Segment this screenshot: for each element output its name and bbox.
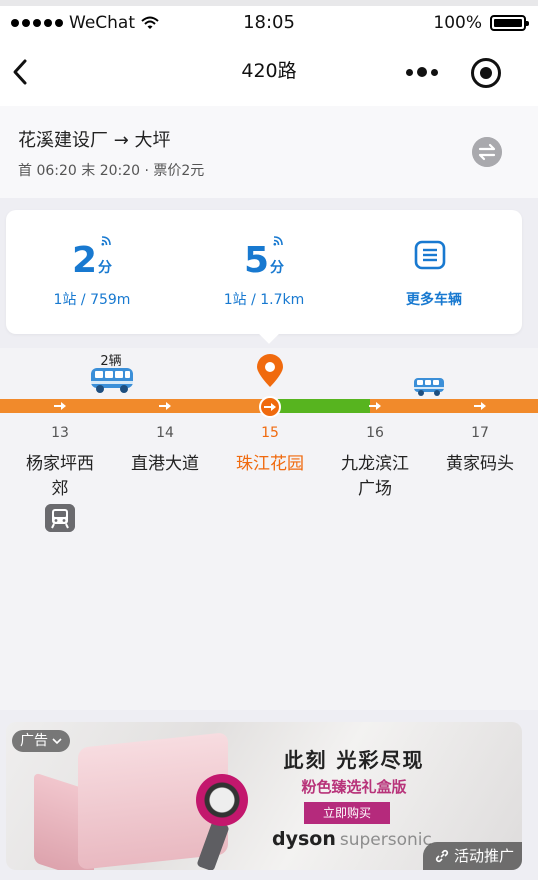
arrival-unit: 分 <box>270 260 285 276</box>
stop-name[interactable]: 九龙滨江广场 <box>323 452 427 502</box>
ad-headline: 此刻 光彩尽现 <box>283 748 425 772</box>
bus-icon[interactable] <box>90 366 134 394</box>
stop-number: 13 <box>51 425 69 441</box>
vehicle-list-icon[interactable] <box>414 240 446 270</box>
hair-dryer-image <box>196 774 248 826</box>
arrival-second[interactable]: 5分 1站 / 1.7km <box>178 210 350 334</box>
page-title: 420路 <box>241 60 297 82</box>
advertisement-banner[interactable]: 广告 此刻 光彩尽现 粉色臻选礼盒版 立即购买 dyson supersonic … <box>6 722 522 870</box>
stop-name[interactable]: 杨家坪西郊 <box>8 452 112 502</box>
brand-name: dyson <box>272 828 336 850</box>
stop-number: 15 <box>261 425 279 441</box>
more-vehicles-link[interactable]: 更多车辆 <box>348 289 520 309</box>
line-segment-clear <box>270 399 370 413</box>
route-direction: 花溪建设厂 → 大坪 <box>18 130 171 151</box>
link-icon <box>436 849 449 863</box>
route-schedule: 首 06:20 末 20:20 · 票价2元 <box>18 163 205 179</box>
current-stop-marker <box>259 396 281 418</box>
ad-brand-logo: dyson supersonic <box>272 828 432 850</box>
stop-number: 17 <box>471 425 489 441</box>
realtime-signal-icon <box>273 236 283 246</box>
direction-arrow-icon <box>54 402 66 410</box>
metro-transfer-icon <box>45 504 75 532</box>
promo-link[interactable]: 活动推广 <box>423 842 522 870</box>
stop-name[interactable]: 珠江花园 <box>218 452 322 477</box>
status-bar: WeChat 18:05 100% <box>0 0 538 40</box>
chevron-down-icon <box>52 737 62 744</box>
product-name: supersonic <box>339 830 432 850</box>
ad-subheadline: 粉色臻选礼盒版 <box>301 778 407 796</box>
nav-bar: 420路 <box>0 40 538 106</box>
arrival-first[interactable]: 2分 1站 / 759m <box>6 210 178 334</box>
ad-buy-button[interactable]: 立即购买 <box>304 802 390 824</box>
more-menu-icon[interactable] <box>400 58 444 86</box>
arrival-minutes: 5 <box>243 240 270 281</box>
stop-name[interactable]: 直港大道 <box>113 452 217 477</box>
line-segment-slow <box>370 399 538 413</box>
line-segment-traveled <box>0 399 270 413</box>
location-pin-icon <box>257 354 283 387</box>
close-miniprogram-icon[interactable] <box>471 58 501 88</box>
arrival-unit: 分 <box>98 260 113 276</box>
arrival-minutes: 2 <box>71 240 98 281</box>
arrival-distance: 1站 / 759m <box>53 292 131 308</box>
ad-badge[interactable]: 广告 <box>12 730 70 752</box>
promo-label: 活动推广 <box>453 847 514 865</box>
swap-direction-icon[interactable] <box>472 137 502 167</box>
arrival-card: 2分 1站 / 759m 5分 1站 / 1.7km <box>6 210 522 334</box>
direction-arrow-icon <box>369 402 381 410</box>
stop-name[interactable]: 黄家码头 <box>428 452 532 477</box>
arrival-distance: 1站 / 1.7km <box>223 292 305 308</box>
battery-percent: 100% <box>433 13 482 33</box>
ad-badge-label: 广告 <box>20 733 48 749</box>
stop-number: 16 <box>366 425 384 441</box>
realtime-signal-icon <box>101 236 111 246</box>
direction-arrow-icon <box>474 402 486 410</box>
bus-icon[interactable] <box>413 377 445 397</box>
stop-number: 14 <box>156 425 174 441</box>
route-info: 花溪建设厂 → 大坪 首 06:20 末 20:20 · 票价2元 <box>0 106 538 198</box>
battery-icon <box>490 15 529 31</box>
direction-arrow-icon <box>159 402 171 410</box>
